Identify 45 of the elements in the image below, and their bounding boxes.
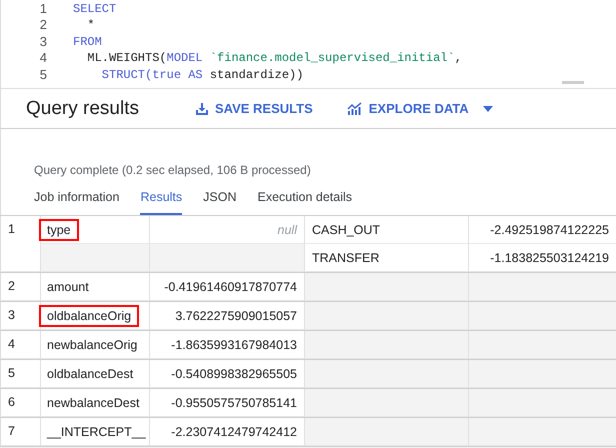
line-number: 3 (38, 34, 48, 50)
status-text: Query complete (0.2 sec elapsed, 106 B processed) (34, 163, 312, 178)
line-number: 4 (38, 50, 48, 67)
line-number: 2 (38, 17, 48, 34)
weight-value: -0.41961460917870774 (164, 280, 297, 294)
feature-name: amount (46, 278, 90, 296)
feature-name: __INTERCEPT__ (46, 424, 147, 440)
weight-value: -0.5408998382965505 (171, 366, 297, 380)
row-number: 7 (0, 418, 40, 446)
row-number: 5 (0, 360, 40, 388)
tab[interactable]: Job information (34, 186, 120, 215)
feature-name: type (41, 220, 77, 238)
tab[interactable]: JSON (203, 186, 236, 215)
category-weight: -2.492519874122225 (490, 222, 609, 236)
feature-name: newbalanceOrig (46, 336, 138, 354)
category-name: CASH_OUT (312, 222, 380, 236)
scrollbar-thumb[interactable] (562, 81, 584, 84)
row-number: 2 (0, 273, 40, 301)
feature-name: oldbalanceOrig (41, 306, 138, 324)
save-results-button[interactable]: SAVE RESULTS (188, 97, 319, 120)
weight-value: -1.8635993167984013 (171, 338, 297, 352)
code-line: SELECT (73, 1, 116, 18)
panel-title: Query results (26, 98, 139, 120)
chart-icon (346, 102, 363, 116)
row-number: 6 (0, 389, 40, 417)
line-number: 1 (38, 1, 48, 18)
feature-name: newbalanceDest (46, 394, 140, 412)
row-number: 4 (0, 331, 40, 359)
weight-value: 3.7622275909015057 (175, 308, 297, 322)
feature-name: oldbalanceDest (46, 366, 134, 382)
explore-data-button[interactable]: EXPLORE DATA (340, 97, 499, 120)
code-line: * (86, 17, 95, 34)
code-line: ML.WEIGHTS(MODEL `finance.model_supervised_initial`, (86, 50, 462, 67)
category-weight: -1.183825503124219 (490, 250, 609, 264)
download-icon (194, 102, 209, 116)
code-line: FROM (73, 34, 102, 50)
category-name: TRANSFER (312, 250, 380, 264)
null-value: null (278, 222, 297, 236)
dropdown-caret-icon (482, 106, 493, 112)
tab[interactable]: Execution details (258, 186, 352, 215)
code-line: STRUCT(true AS standardize)) (100, 66, 304, 83)
line-number: 5 (38, 66, 48, 83)
row-number: 3 (0, 302, 40, 330)
weight-value: -2.2307412479742412 (171, 424, 297, 438)
weight-value: -0.9550575750785141 (171, 396, 297, 410)
